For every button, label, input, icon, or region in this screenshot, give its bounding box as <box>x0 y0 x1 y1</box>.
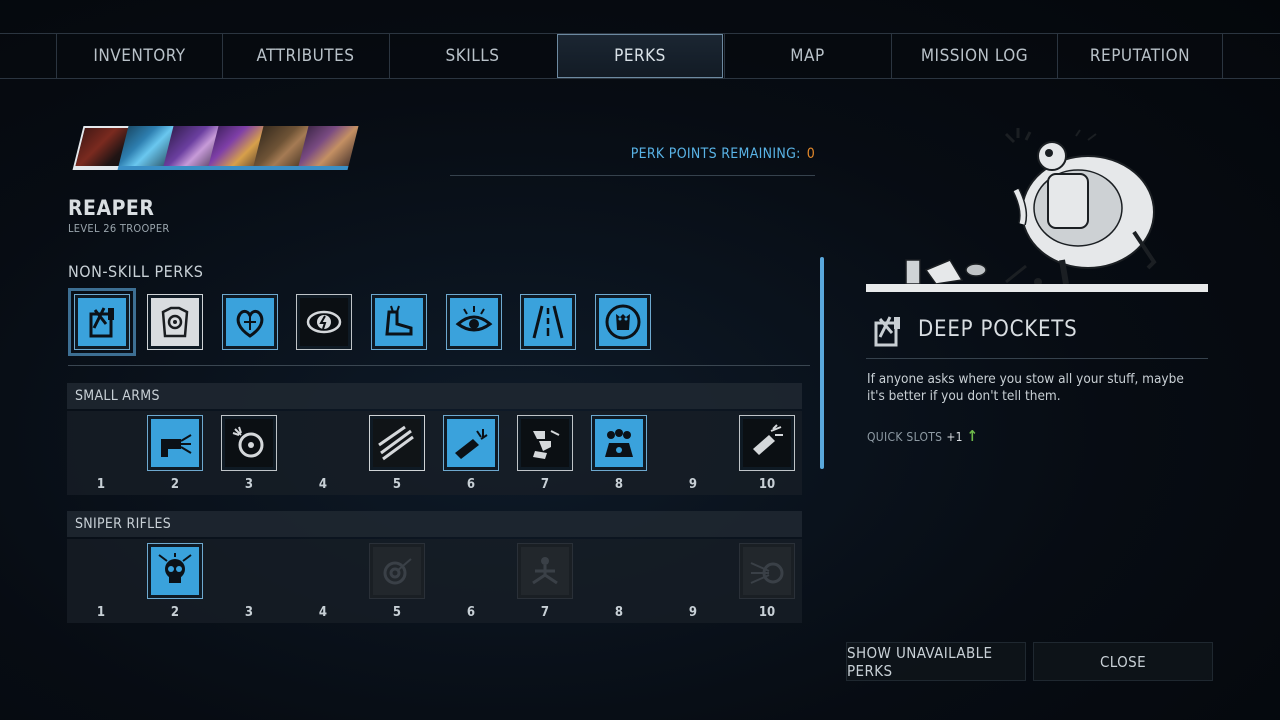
backpack-icon <box>868 311 908 351</box>
perk-deep-pockets[interactable] <box>68 288 136 356</box>
level-number: 3 <box>244 477 254 492</box>
tab-map[interactable]: MAP <box>724 34 890 78</box>
backpack-icon <box>89 307 114 338</box>
perk-points-remaining: PERK POINTS REMAINING: 0 <box>600 146 815 162</box>
sniper-perk-2[interactable] <box>147 543 203 599</box>
sniper-rifles-group: SNIPER RIFLES 1 2 3 4 5 6 7 8 9 10 <box>67 511 802 623</box>
eye-icon <box>455 306 493 332</box>
gun-blast-icon <box>753 424 783 455</box>
targets-crowd-icon <box>605 429 633 457</box>
small-arms-perk-7[interactable] <box>517 415 573 471</box>
sniper-rifles-title: SNIPER RIFLES <box>67 511 802 537</box>
level-number: 6 <box>466 605 476 620</box>
level-number: 4 <box>318 477 328 492</box>
shattered-gun-icon <box>455 429 488 459</box>
road-icon <box>532 305 564 339</box>
target-hit-icon <box>383 558 412 585</box>
perk-owl[interactable] <box>595 294 651 350</box>
arrow-up-icon: ↑ <box>966 427 979 445</box>
level-number: 10 <box>758 477 776 492</box>
small-arms-perk-5[interactable] <box>369 415 425 471</box>
divider <box>68 365 810 366</box>
perk-detail-title: DEEP POCKETS <box>918 317 1078 342</box>
small-arms-perk-8[interactable] <box>591 415 647 471</box>
level-number: 5 <box>392 605 402 620</box>
small-arms-group: SMALL ARMS 1 2 3 4 5 6 7 8 9 10 <box>67 383 802 495</box>
illustration-floor <box>866 284 1208 292</box>
bullets-spray-icon <box>378 425 414 461</box>
perk-armor-vest[interactable] <box>147 294 203 350</box>
tab-reputation[interactable]: REPUTATION <box>1057 34 1223 78</box>
level-number: 8 <box>614 605 624 620</box>
tab-skills[interactable]: SKILLS <box>389 34 555 78</box>
energy-eye-icon <box>306 310 342 334</box>
divider <box>450 175 815 176</box>
perk-points-label: PERK POINTS REMAINING: <box>630 146 801 162</box>
small-arms-perk-10[interactable] <box>739 415 795 471</box>
level-number: 7 <box>540 477 550 492</box>
level-number: 9 <box>688 477 698 492</box>
level-number: 1 <box>96 605 106 620</box>
character-name: REAPER <box>68 196 155 220</box>
small-arms-perk-3[interactable] <box>221 415 277 471</box>
perk-detail-description: If anyone asks where you stow all your s… <box>867 371 1184 404</box>
non-skill-perks-title: NON-SKILL PERKS <box>68 262 204 281</box>
level-number: 2 <box>170 605 180 620</box>
level-number: 10 <box>758 605 776 620</box>
tab-attributes[interactable]: ATTRIBUTES <box>222 34 388 78</box>
sniper-perk-10[interactable] <box>739 543 795 599</box>
level-number: 1 <box>96 477 106 492</box>
level-number: 2 <box>170 477 180 492</box>
show-unavailable-perks-button[interactable]: SHOW UNAVAILABLE PERKS <box>846 642 1026 681</box>
stat-value: +1 <box>946 430 963 444</box>
multi-target-icon <box>750 562 784 584</box>
top-tab-bar: INVENTORY ATTRIBUTES SKILLS PERKS MAP MI… <box>0 33 1280 79</box>
owl-icon <box>605 304 641 340</box>
perk-list-scrollbar[interactable] <box>820 257 824 469</box>
heart-icon <box>236 309 264 338</box>
boot-icon <box>385 305 413 336</box>
small-arms-title: SMALL ARMS <box>67 383 802 409</box>
tab-inventory[interactable]: INVENTORY <box>56 34 222 78</box>
perk-all-seeing-eye[interactable] <box>446 294 502 350</box>
perk-road[interactable] <box>520 294 576 350</box>
level-number: 6 <box>466 477 476 492</box>
squad-portrait-6[interactable] <box>297 126 359 170</box>
character-level-class: LEVEL 26 TROOPER <box>68 222 170 235</box>
pistol-parts-icon <box>533 430 560 459</box>
tab-mission-log[interactable]: MISSION LOG <box>891 34 1057 78</box>
pistol-shot-icon <box>161 434 192 457</box>
perk-boot[interactable] <box>371 294 427 350</box>
level-number: 9 <box>688 605 698 620</box>
perk-illustration <box>905 128 1157 286</box>
armor-vest-icon <box>161 306 189 338</box>
level-number: 4 <box>318 605 328 620</box>
stat-label: QUICK SLOTS <box>867 430 943 444</box>
revolver-cylinder-icon <box>232 426 264 458</box>
level-number: 7 <box>540 605 550 620</box>
sniper-rifles-perk-track: 1 2 3 4 5 6 7 8 9 10 <box>67 539 802 623</box>
sniper-perk-7[interactable] <box>517 543 573 599</box>
perk-heart[interactable] <box>222 294 278 350</box>
perk-energy-eye[interactable] <box>296 294 352 350</box>
tab-perks[interactable]: PERKS <box>557 34 723 78</box>
level-number: 5 <box>392 477 402 492</box>
close-button[interactable]: CLOSE <box>1033 642 1213 681</box>
divider <box>866 358 1208 359</box>
small-arms-perk-2[interactable] <box>147 415 203 471</box>
skull-icon <box>158 553 192 583</box>
sniper-perk-5[interactable] <box>369 543 425 599</box>
small-arms-perk-track: 1 2 3 4 5 6 7 8 9 10 <box>67 411 802 495</box>
perk-stat: QUICK SLOTS +1 ↑ <box>867 427 978 445</box>
meditation-icon <box>532 557 558 585</box>
level-number: 3 <box>244 605 254 620</box>
level-number: 8 <box>614 477 624 492</box>
perk-points-value: 0 <box>806 146 815 162</box>
small-arms-perk-6[interactable] <box>443 415 499 471</box>
